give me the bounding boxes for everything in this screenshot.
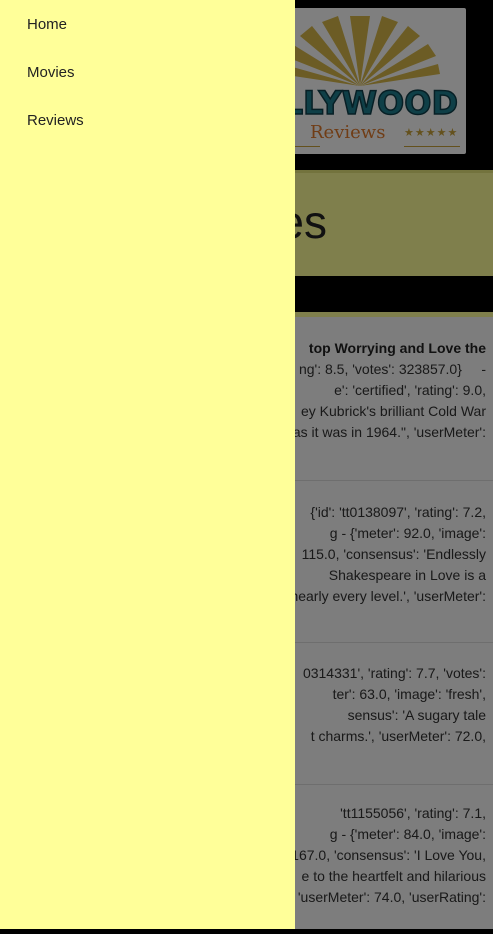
nav-item-reviews[interactable]: Reviews xyxy=(27,112,84,129)
nav-item-home[interactable]: Home xyxy=(27,16,67,33)
side-navigation: Home Movies Reviews xyxy=(0,0,295,929)
nav-item-movies[interactable]: Movies xyxy=(27,64,75,81)
